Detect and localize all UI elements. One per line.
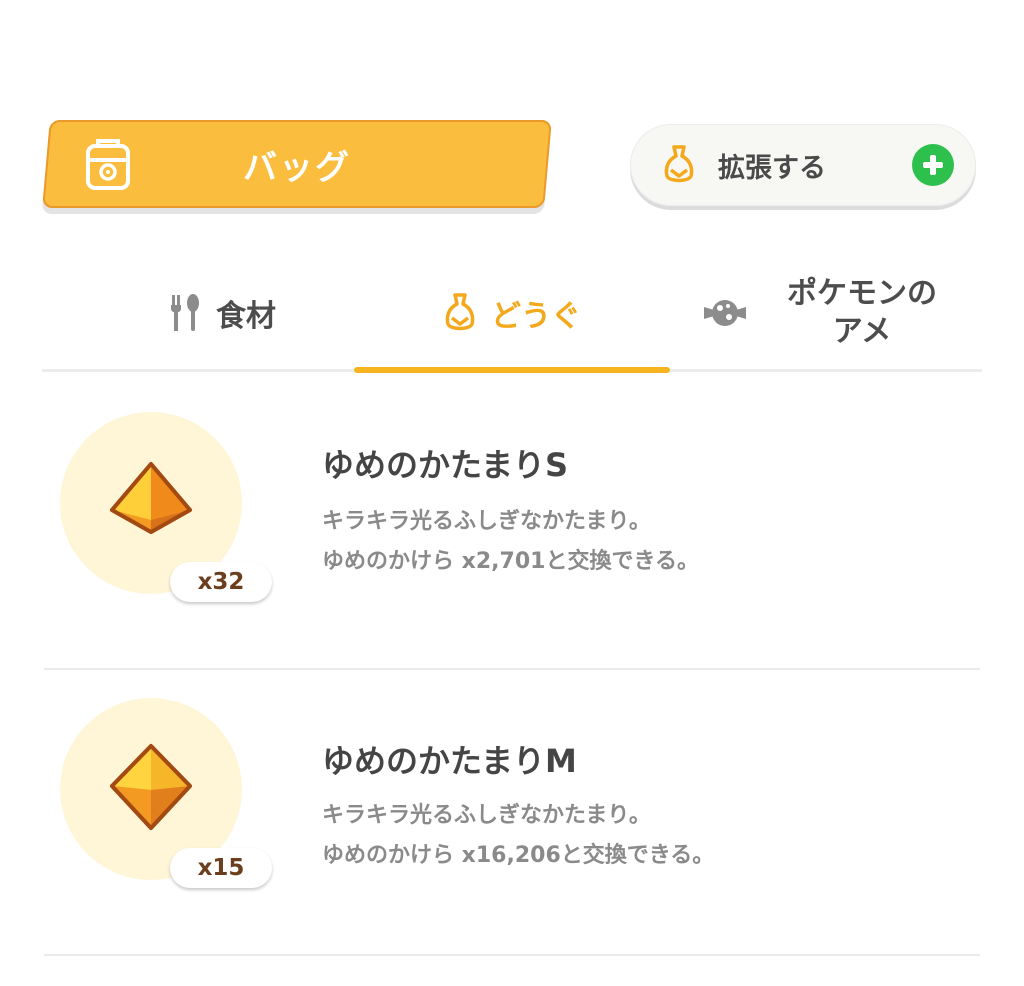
item-description: キラキラ光るふしぎなかたまり。 ゆめのかけら x2,701と交換できる。 <box>322 502 699 582</box>
bag-tab[interactable]: バッグ <box>42 120 552 208</box>
tool-pouch-icon <box>445 293 475 331</box>
tab-candy-label: ポケモンの アメ <box>787 276 937 349</box>
list-item[interactable]: x15 ゆめのかたまりM キラキラ光るふしぎなかたまり。 ゆめのかけら x16,… <box>44 660 980 956</box>
active-tab-indicator <box>354 367 670 373</box>
quantity-badge: x15 <box>170 848 272 888</box>
quantity-badge: x32 <box>170 562 272 602</box>
dream-shard-medium-icon <box>110 744 192 830</box>
item-name: ゆめのかたまりS <box>322 446 569 484</box>
tool-pouch-icon <box>664 145 694 183</box>
item-name: ゆめのかたまりM <box>322 742 577 780</box>
category-tabs: 食材 どうぐ ポケモンの アメ <box>42 258 982 374</box>
item-thumbnail: x32 <box>60 412 272 602</box>
expand-button[interactable]: 拡張する <box>630 124 976 206</box>
list-item[interactable]: x32 ゆめのかたまりS キラキラ光るふしぎなかたまり。 ゆめのかけら x2,7… <box>44 374 980 670</box>
dream-shard-small-icon <box>110 462 192 534</box>
bag-title: バッグ <box>243 147 351 188</box>
tab-tools-label: どうぐ <box>491 299 581 334</box>
tab-food-label: 食材 <box>216 299 276 334</box>
plus-icon <box>912 144 954 186</box>
candy-icon <box>704 300 746 326</box>
tab-tools[interactable]: どうぐ <box>354 258 670 368</box>
item-description-line: キラキラ光るふしぎなかたまり。 <box>322 803 651 828</box>
divider <box>44 954 980 956</box>
item-thumbnail: x15 <box>60 698 272 888</box>
fork-spoon-icon <box>171 294 199 331</box>
item-description-line: ゆめのかけら x16,206と交換できる。 <box>322 843 715 868</box>
item-description: キラキラ光るふしぎなかたまり。 ゆめのかけら x16,206と交換できる。 <box>322 796 714 876</box>
tab-food[interactable]: 食材 <box>92 258 352 368</box>
item-description-line: キラキラ光るふしぎなかたまり。 <box>322 509 651 534</box>
tab-candy[interactable]: ポケモンの アメ <box>682 258 982 368</box>
expand-label: 拡張する <box>718 152 826 184</box>
item-description-line: ゆめのかけら x2,701と交換できる。 <box>322 549 699 574</box>
